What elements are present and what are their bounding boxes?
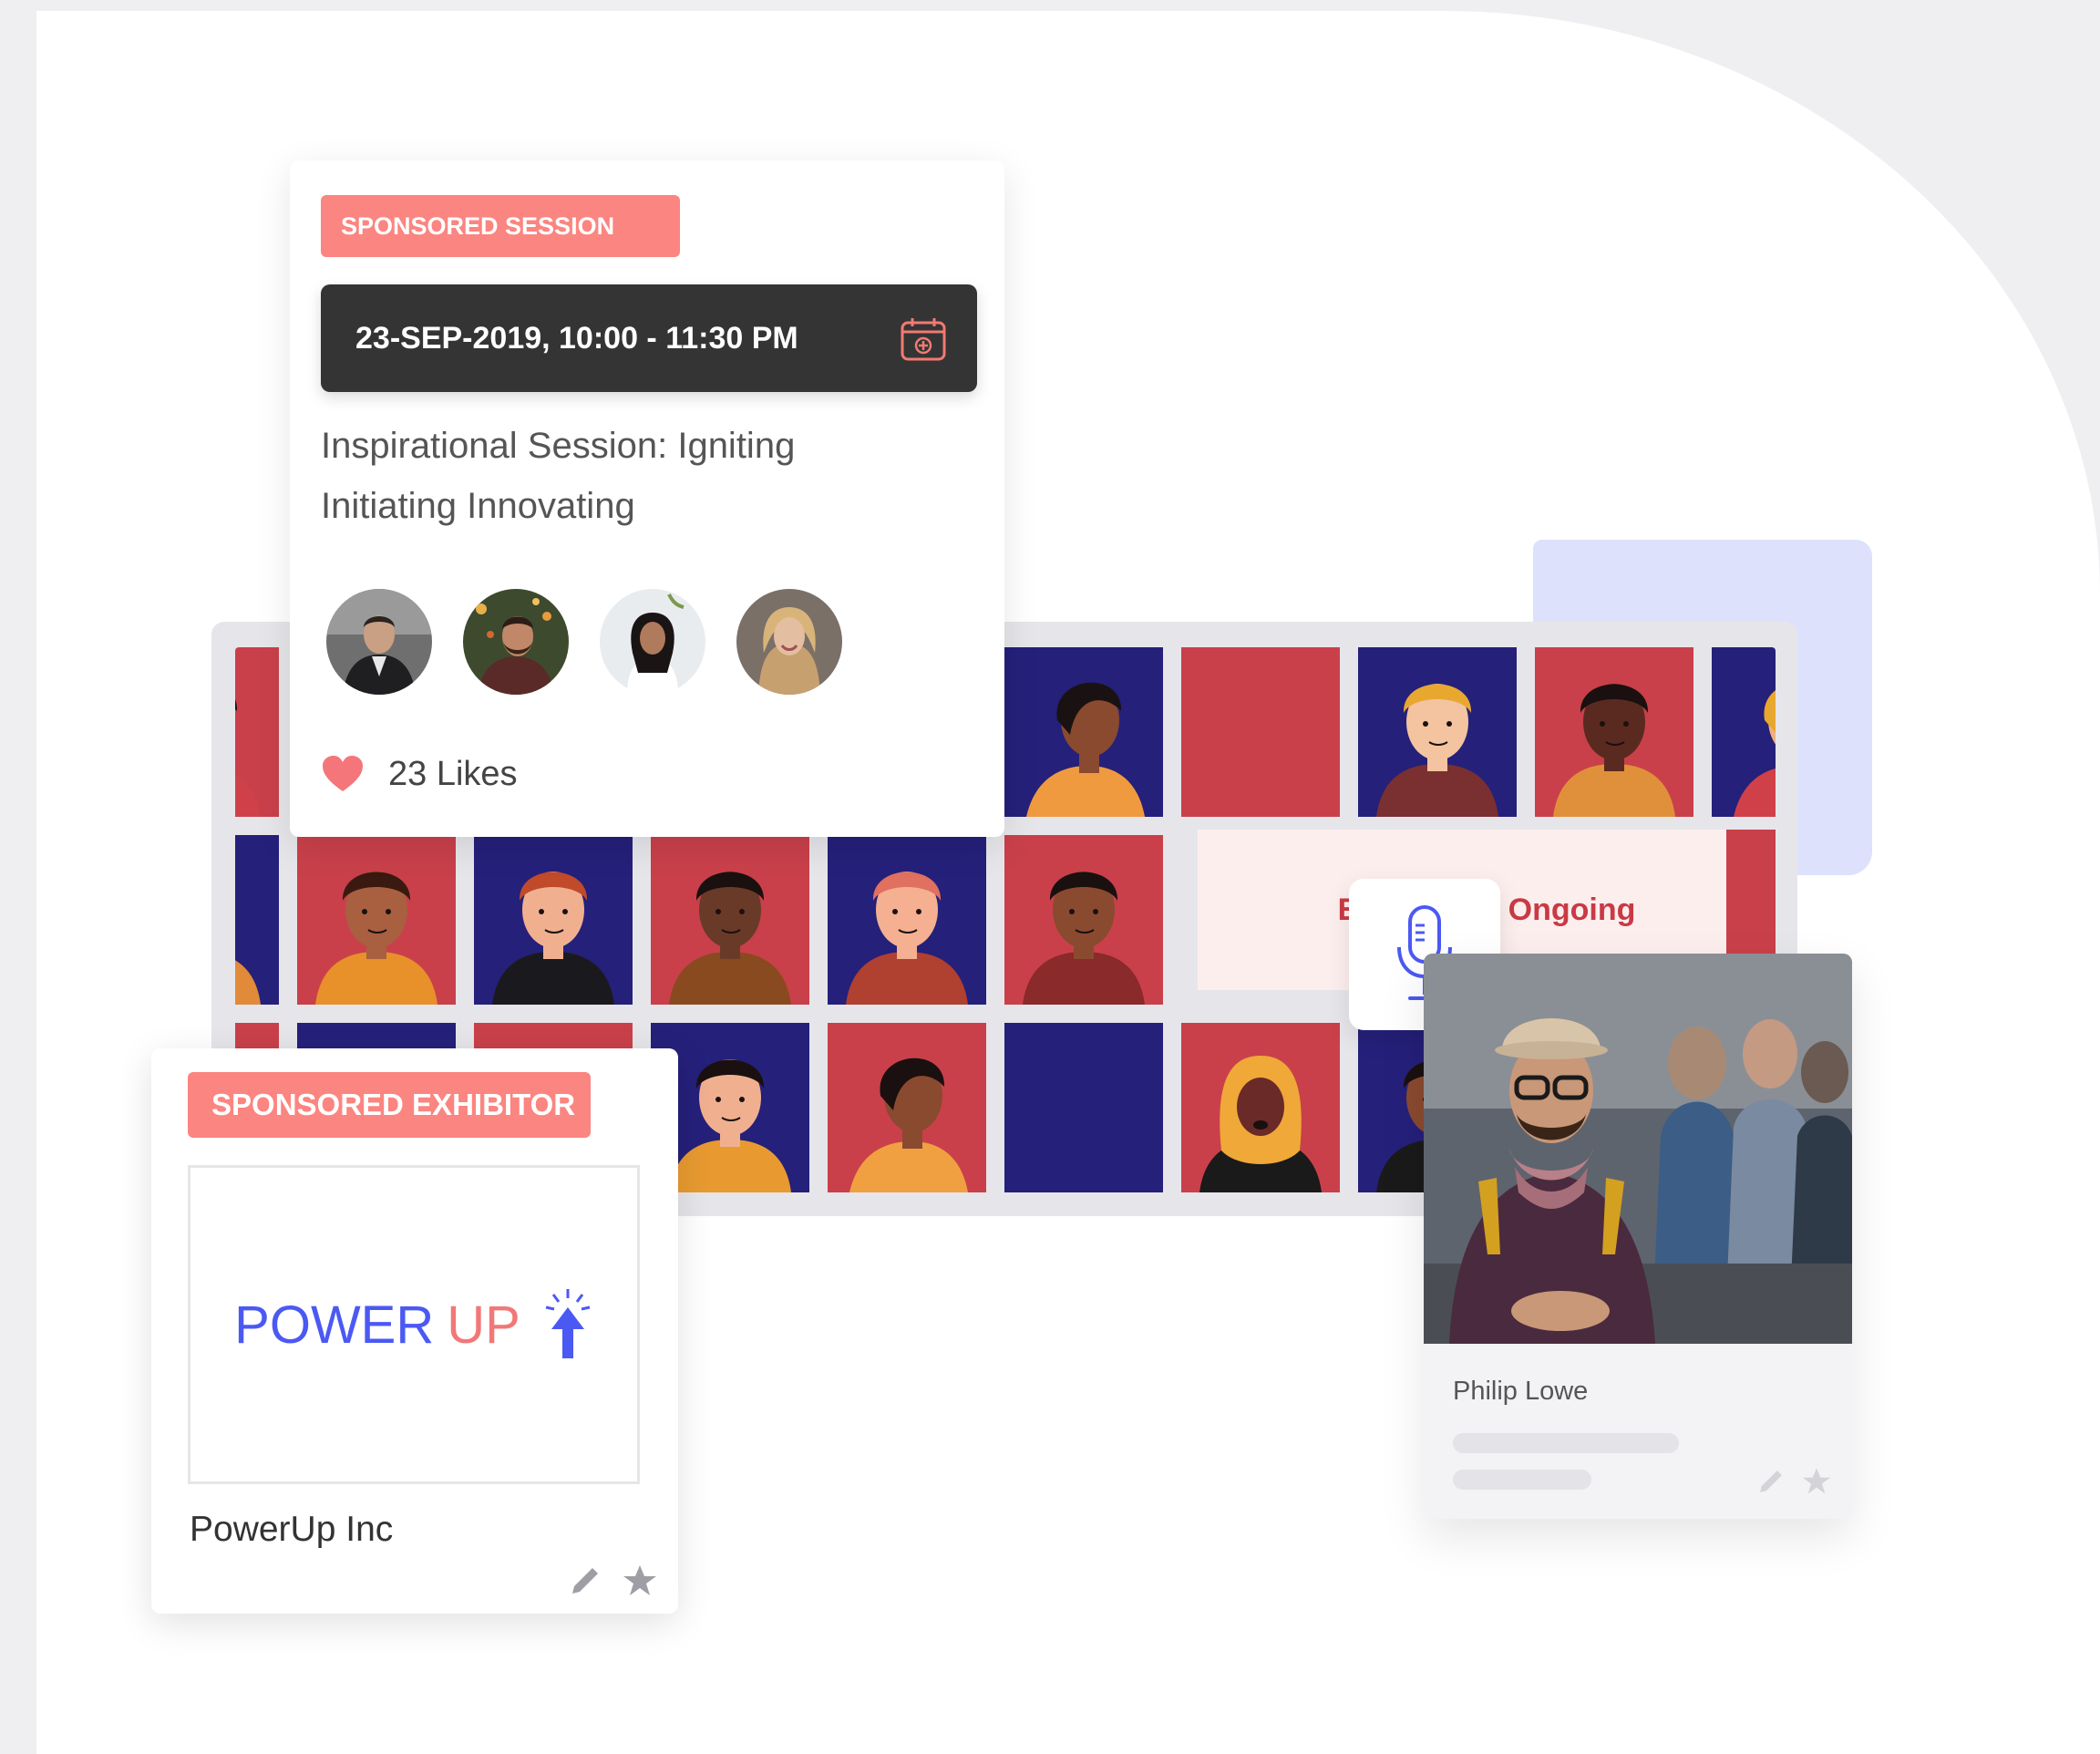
logo-word-power: POWER — [234, 1295, 435, 1355]
edit-icon[interactable] — [1755, 1466, 1786, 1497]
attendee-tile — [1181, 647, 1340, 817]
attendee-tile — [235, 835, 279, 1005]
speaker-avatar[interactable] — [736, 589, 842, 695]
speaker-avatar[interactable] — [463, 589, 569, 695]
exhibitor-actions — [567, 1563, 658, 1599]
star-icon[interactable] — [1801, 1466, 1832, 1497]
star-icon[interactable] — [622, 1563, 658, 1599]
placeholder-line — [1453, 1433, 1679, 1453]
attendee-tile — [474, 835, 633, 1005]
attendee-tile — [828, 835, 986, 1005]
likes-row[interactable]: 23 Likes — [321, 749, 518, 799]
attendee-tile — [1535, 647, 1693, 817]
session-title[interactable]: Inspirational Session: Igniting Initiati… — [321, 416, 941, 536]
placeholder-line — [1453, 1470, 1591, 1490]
exhibitor-logo-box[interactable]: POWER UP — [188, 1165, 640, 1484]
sponsored-exhibitor-tag: SPONSORED EXHIBITOR — [188, 1072, 591, 1138]
attendee-tile — [1358, 647, 1517, 817]
attendee-tile — [1004, 1023, 1163, 1192]
attendee-tile — [828, 1023, 986, 1192]
attendee-actions — [1755, 1466, 1832, 1497]
attendee-tile — [297, 835, 456, 1005]
cursor-click-icon — [545, 1289, 591, 1358]
speaker-avatar[interactable] — [600, 589, 705, 695]
heart-icon[interactable] — [321, 755, 365, 793]
attendee-name: Philip Lowe — [1453, 1377, 1589, 1406]
calendar-add-icon[interactable] — [899, 315, 948, 363]
exhibitor-name[interactable]: PowerUp Inc — [190, 1510, 393, 1550]
edit-icon[interactable] — [567, 1563, 603, 1599]
attendee-tile — [1004, 647, 1163, 817]
session-datetime: 23-SEP-2019, 10:00 - 11:30 PM — [355, 321, 798, 356]
attendee-tile — [235, 647, 279, 817]
exhibitor-logo: POWER UP — [234, 1287, 593, 1362]
session-date-bar: 23-SEP-2019, 10:00 - 11:30 PM — [321, 284, 977, 392]
sponsored-session-card[interactable]: SPONSORED SESSION 23-SEP-2019, 10:00 - 1… — [290, 160, 1004, 837]
attendee-tile — [1004, 835, 1163, 1005]
attendee-tile — [651, 835, 809, 1005]
attendee-tile — [1712, 647, 1776, 817]
speaker-avatar[interactable] — [326, 589, 432, 695]
likes-count: 23 Likes — [388, 754, 518, 793]
logo-word-up: UP — [447, 1295, 520, 1355]
sponsored-exhibitor-card[interactable]: SPONSORED EXHIBITOR POWER UP PowerUp Inc — [151, 1048, 678, 1614]
sponsored-session-tag: SPONSORED SESSION — [321, 195, 680, 257]
attendee-tile — [1181, 1023, 1340, 1192]
attendee-card[interactable]: Philip Lowe — [1424, 954, 1852, 1519]
attendee-photo — [1424, 954, 1852, 1344]
